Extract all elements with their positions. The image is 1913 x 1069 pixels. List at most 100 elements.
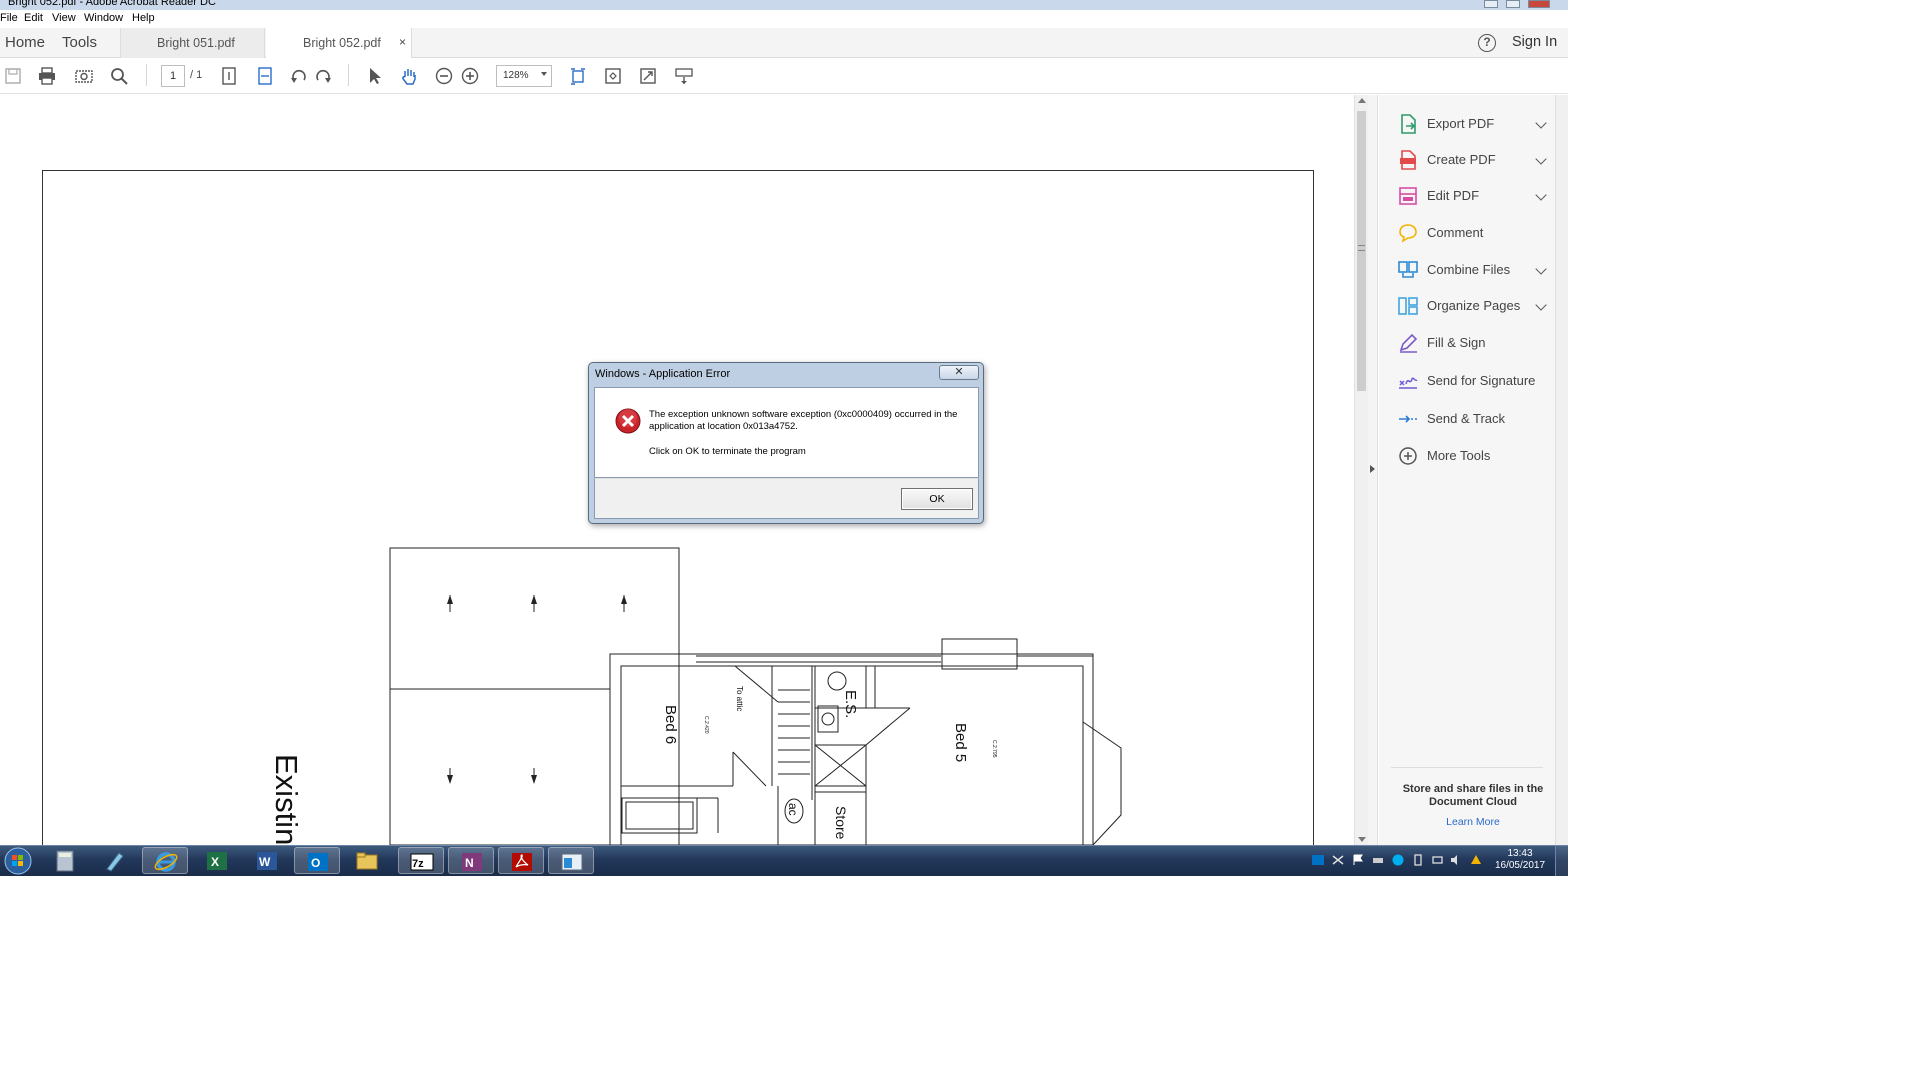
chevron-down-icon[interactable] (1535, 153, 1547, 165)
screenshot-icon[interactable] (75, 67, 93, 85)
outlook-tray-icon[interactable] (1312, 854, 1324, 866)
svg-text:W: W (259, 855, 271, 869)
flag-tray-icon[interactable] (1352, 854, 1364, 866)
fit-page-icon[interactable] (604, 67, 622, 85)
calculator-icon (56, 850, 74, 872)
menu-file[interactable]: File (0, 12, 18, 24)
chevron-down-icon[interactable] (1535, 117, 1547, 129)
read-mode-icon[interactable] (569, 67, 587, 85)
onenote-icon: N (462, 853, 482, 871)
tool-more-tools[interactable]: More Tools (1379, 441, 1555, 471)
volume-tray-icon[interactable] (1450, 854, 1462, 866)
tool-send-track[interactable]: Send & Track (1379, 404, 1555, 434)
zoom-in-icon[interactable] (461, 67, 479, 85)
taskbar-acrobat[interactable] (498, 847, 544, 874)
taskbar-stylus[interactable] (92, 847, 138, 874)
extension-roof-outline (389, 547, 680, 845)
room-label-es: E.S. (842, 690, 859, 718)
error-icon (615, 408, 641, 434)
print-icon[interactable] (38, 67, 56, 85)
scroll-thumb[interactable] (1357, 111, 1366, 391)
send-track-icon (1399, 415, 1417, 423)
taskbar-internet-explorer[interactable] (142, 847, 188, 874)
tab-bright-052[interactable]: Bright 052.pdf × (266, 28, 412, 58)
menu-window[interactable]: Window (84, 12, 123, 24)
nav-tools[interactable]: Tools (62, 34, 97, 51)
tool-fill-sign[interactable]: Fill & Sign (1379, 328, 1555, 358)
zoom-out-icon[interactable] (435, 67, 453, 85)
tool-label: Organize Pages (1427, 298, 1521, 313)
tool-create-pdf[interactable]: Create PDF (1379, 145, 1555, 175)
keyboard-scroll-icon[interactable] (675, 67, 693, 85)
full-screen-icon[interactable] (639, 67, 657, 85)
room-label-store: Store (833, 806, 849, 840)
taskbar-remote-app[interactable] (548, 847, 594, 874)
taskbar-7zip[interactable]: 7z (398, 847, 444, 874)
tab-bright-051[interactable]: Bright 051.pdf (120, 28, 265, 58)
drawing-caption: Existin (269, 754, 304, 845)
ok-button[interactable]: OK (901, 488, 973, 510)
printer-tray-icon[interactable] (1372, 854, 1384, 866)
chevron-down-icon[interactable] (1535, 189, 1547, 201)
chevron-down-icon[interactable] (1535, 263, 1547, 275)
start-button[interactable] (0, 846, 38, 875)
show-desktop-button[interactable] (1555, 846, 1568, 876)
svg-text:7z: 7z (412, 858, 424, 870)
taskbar-clock[interactable]: 13:43 16/05/2017 (1488, 848, 1552, 872)
menu-view[interactable]: View (52, 12, 76, 24)
label-ac: ac (786, 803, 800, 816)
nav-home[interactable]: Home (5, 34, 45, 51)
export-pdf-icon (1401, 114, 1416, 134)
google-drive-tray-icon[interactable] (1470, 854, 1482, 866)
save-icon[interactable] (4, 67, 22, 85)
rotate-ccw-icon[interactable] (290, 67, 308, 85)
minimize-button[interactable] (1484, 0, 1498, 8)
taskbar-excel[interactable]: X (194, 847, 240, 874)
hand-icon[interactable] (400, 67, 418, 85)
dialog-body: The exception unknown software exception… (594, 387, 979, 478)
pane-collapse-handle[interactable] (1368, 95, 1378, 845)
scroll-down-arrow[interactable] (1358, 837, 1366, 842)
tool-send-signature[interactable]: Send for Signature (1379, 366, 1555, 396)
tool-export-pdf[interactable]: Export PDF (1379, 109, 1555, 139)
maximize-button[interactable] (1506, 0, 1520, 8)
menu-edit[interactable]: Edit (24, 12, 43, 24)
help-icon[interactable]: ? (1478, 34, 1496, 52)
device-tray-icon[interactable] (1412, 854, 1424, 866)
skype-tray-icon[interactable] (1392, 854, 1404, 866)
learn-more-link[interactable]: Learn More (1393, 816, 1553, 828)
7zip-icon: 7z (410, 853, 434, 871)
document-scrollbar[interactable] (1354, 95, 1368, 845)
pane-divider (1391, 767, 1543, 768)
tool-organize-pages[interactable]: Organize Pages (1379, 291, 1555, 321)
page-fit-icon[interactable] (220, 67, 238, 85)
chevron-down-icon[interactable] (1535, 299, 1547, 311)
tool-combine-files[interactable]: Combine Files (1379, 255, 1555, 285)
fit-width-icon[interactable] (256, 67, 274, 85)
page-total: / 1 (190, 69, 203, 81)
zoom-select[interactable]: 128% (496, 65, 552, 87)
select-pointer-icon[interactable] (366, 67, 384, 85)
dialog-close-button[interactable]: ✕ (939, 365, 979, 380)
tool-edit-pdf[interactable]: Edit PDF (1379, 181, 1555, 211)
menu-help[interactable]: Help (132, 12, 155, 24)
taskbar-onenote[interactable]: N (448, 847, 494, 874)
network-tray-icon[interactable] (1332, 854, 1344, 866)
sign-in-link[interactable]: Sign In (1512, 34, 1557, 50)
page-number-input[interactable]: 1 (161, 65, 185, 87)
tools-pane-scrollbar[interactable] (1555, 95, 1568, 845)
start-orb-icon (4, 847, 32, 875)
tool-comment[interactable]: Comment (1379, 218, 1555, 248)
taskbar-calculator[interactable] (42, 847, 88, 874)
taskbar-file-explorer[interactable] (344, 847, 390, 874)
scroll-up-arrow[interactable] (1358, 98, 1366, 103)
search-icon[interactable] (110, 67, 128, 85)
taskbar-word[interactable]: W (244, 847, 290, 874)
rotate-cw-icon[interactable] (314, 67, 332, 85)
tool-label: Send & Track (1427, 411, 1506, 426)
tab-close-icon[interactable]: × (399, 35, 406, 49)
battery-tray-icon[interactable] (1432, 854, 1444, 866)
window-title-bar: Bright 052.pdf - Adobe Acrobat Reader DC (0, 0, 1568, 10)
taskbar-outlook[interactable]: O (294, 847, 340, 874)
close-window-button[interactable] (1528, 0, 1550, 8)
